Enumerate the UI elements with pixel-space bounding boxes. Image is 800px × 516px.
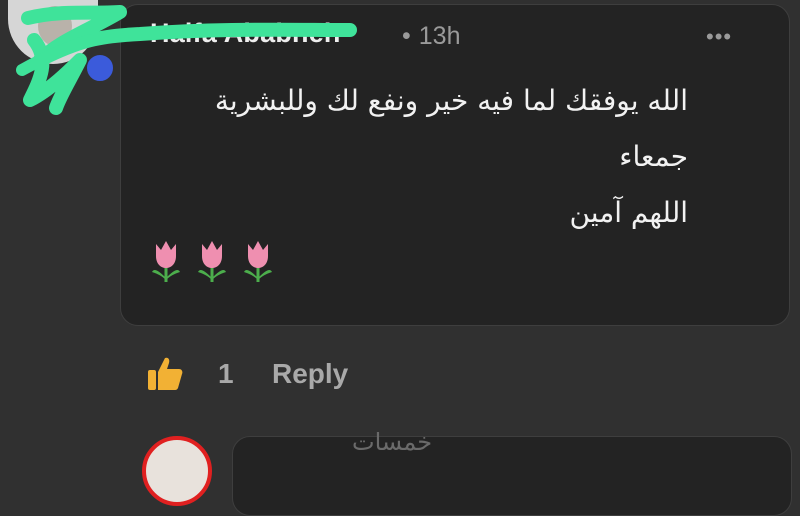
avatar-badge: [84, 52, 116, 84]
watermark: خمسات: [352, 428, 433, 456]
like-count: 1: [218, 358, 234, 389]
comment-text-line: اللهم آمين: [569, 196, 688, 229]
time-separator: •: [402, 22, 411, 50]
comment-author[interactable]: Haifa Ababneh: [150, 18, 341, 49]
time-value: 13h: [418, 22, 461, 50]
reply-button[interactable]: Reply: [272, 358, 348, 390]
tulip-icon: [152, 241, 180, 282]
tulip-emojis: [150, 238, 274, 284]
avatar-face: [38, 6, 72, 46]
more-options-icon[interactable]: •••: [706, 24, 732, 50]
comment-text-line: جمعاء: [619, 140, 688, 173]
next-comment-avatar[interactable]: [142, 436, 212, 506]
thumbs-up-icon[interactable]: [146, 354, 184, 392]
author-avatar[interactable]: [8, 0, 98, 64]
next-comment-bubble: [232, 436, 792, 516]
tulip-icon: [244, 241, 272, 282]
comment-text-line: الله يوفقك لما فيه خير ونفع لك وللبشرية: [214, 84, 688, 117]
tulip-icon: [198, 241, 226, 282]
comment-time: • 13h: [402, 22, 460, 51]
